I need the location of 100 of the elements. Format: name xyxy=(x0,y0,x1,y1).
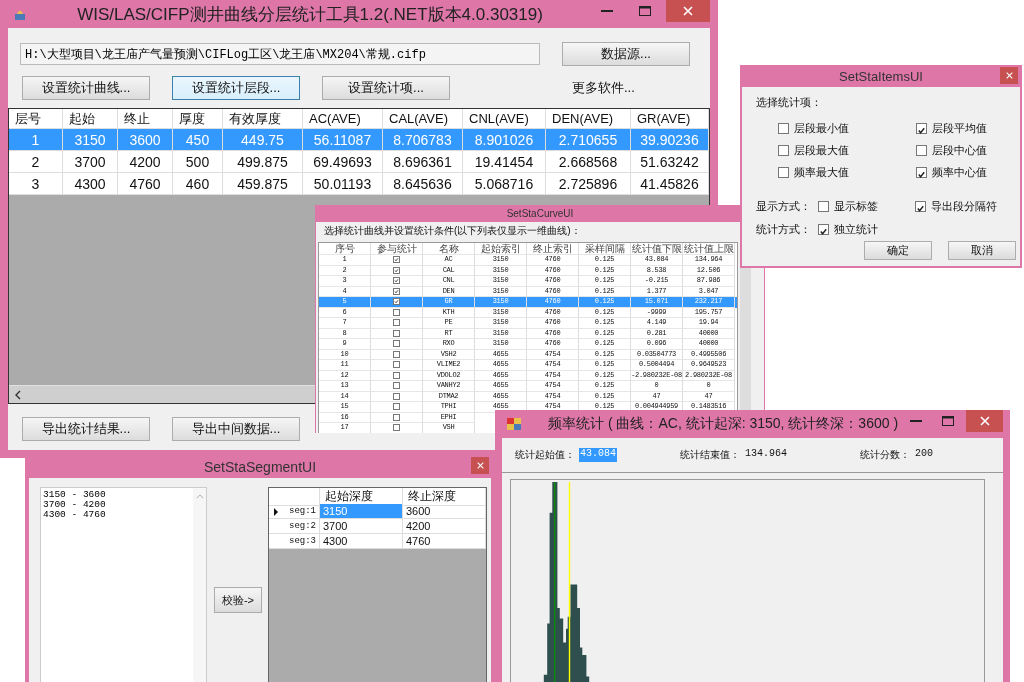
table-cell: 4200 xyxy=(118,151,173,172)
dialog-button[interactable]: 取消 xyxy=(948,241,1016,260)
checkbox-label[interactable]: 导出段分隔符 xyxy=(931,199,997,213)
checkbox[interactable] xyxy=(393,256,400,264)
column-header[interactable]: 统计值下限 xyxy=(631,243,683,255)
minimize-icon[interactable] xyxy=(910,420,923,422)
export-button[interactable]: 导出中间数据... xyxy=(172,417,300,441)
checkbox-label[interactable]: 层段平均值 xyxy=(932,121,987,135)
checkbox[interactable] xyxy=(393,350,400,358)
table-cell: 3150 xyxy=(63,129,118,150)
data-source-button[interactable]: 数据源... xyxy=(562,42,690,66)
checkbox[interactable] xyxy=(393,361,400,369)
close-button[interactable] xyxy=(666,0,710,22)
column-header[interactable]: AC(AVE) xyxy=(303,109,383,128)
table-cell: 69.49693 xyxy=(303,151,383,172)
checkbox-label[interactable]: 独立统计 xyxy=(834,222,878,236)
checkbox[interactable] xyxy=(916,166,927,178)
checkbox[interactable] xyxy=(393,329,400,337)
checkbox[interactable] xyxy=(915,200,926,212)
checkbox[interactable] xyxy=(393,266,400,274)
checkbox[interactable] xyxy=(393,340,400,348)
column-header[interactable]: 厚度 xyxy=(173,109,223,128)
close-icon[interactable] xyxy=(979,416,990,426)
verify-button[interactable]: 校验-> xyxy=(214,587,262,613)
checkbox[interactable] xyxy=(778,122,789,134)
checkbox-label[interactable]: 层段最小值 xyxy=(794,121,849,135)
checkbox[interactable] xyxy=(818,223,829,235)
dialog-button[interactable]: 确定 xyxy=(864,241,932,260)
checkbox[interactable] xyxy=(393,382,400,390)
grid-cell[interactable]: 4760 xyxy=(403,534,486,549)
value-text[interactable]: 134.964 xyxy=(744,448,788,462)
export-button[interactable]: 导出统计结果... xyxy=(22,417,150,441)
checkbox[interactable] xyxy=(393,277,400,285)
dialog-title: SetStaItemsUI xyxy=(839,68,923,84)
table-cell: 8.696361 xyxy=(383,151,463,172)
column-header[interactable]: 参与统计 xyxy=(371,243,423,255)
checkbox[interactable] xyxy=(393,403,400,411)
checkbox[interactable] xyxy=(818,200,829,212)
column-header[interactable]: DEN(AVE) xyxy=(546,109,631,128)
table-cell: 3700 xyxy=(63,151,118,172)
table-row[interactable]: 2 3700 4200 500 499.875 69.49693 8.696361 19.41454 2.668568 51.63242 xyxy=(9,151,709,173)
maximize-icon[interactable] xyxy=(942,416,955,426)
settings-button[interactable]: 设置统计曲线... xyxy=(22,76,150,100)
checkbox[interactable] xyxy=(916,144,927,156)
maximize-icon[interactable] xyxy=(639,6,651,16)
column-header[interactable]: 起始索引 xyxy=(475,243,527,255)
column-header[interactable]: CAL(AVE) xyxy=(383,109,463,128)
scroll-left-icon[interactable] xyxy=(14,389,22,400)
checkbox[interactable] xyxy=(393,392,400,400)
grid-cell[interactable]: 4300 xyxy=(320,534,403,549)
checkbox[interactable] xyxy=(393,298,400,306)
checkbox[interactable] xyxy=(778,166,789,178)
more-software-link[interactable]: 更多软件... xyxy=(572,79,635,97)
column-header[interactable]: CNL(AVE) xyxy=(463,109,546,128)
close-icon[interactable] xyxy=(683,6,693,16)
table-cell: 460 xyxy=(173,173,223,194)
path-field[interactable]: H:\大型项目\龙王庙产气量预测\CIFLog工区\龙王庙\MX204\常规.cifp xyxy=(20,43,540,65)
column-header[interactable]: 采样间隔 xyxy=(579,243,631,255)
close-icon[interactable] xyxy=(1005,72,1013,79)
checkbox[interactable] xyxy=(393,424,400,432)
table-cell: 39.90236 xyxy=(631,129,709,150)
close-button[interactable] xyxy=(966,410,1003,432)
close-button[interactable] xyxy=(471,457,489,474)
column-header[interactable]: 名称 xyxy=(423,243,475,255)
column-header[interactable]: GR(AVE) xyxy=(631,109,709,128)
table-cell: 8.645636 xyxy=(383,173,463,194)
settings-button[interactable]: 设置统计层段... xyxy=(172,76,300,100)
column-header[interactable]: 层号 xyxy=(9,109,63,128)
close-icon[interactable] xyxy=(476,462,484,469)
column-header[interactable]: 起始 xyxy=(63,109,118,128)
column-header[interactable]: 终止索引 xyxy=(527,243,579,255)
checkbox-label[interactable]: 层段中心值 xyxy=(932,143,987,157)
table-cell: 56.11087 xyxy=(303,129,383,150)
checkbox-label[interactable]: 显示标签 xyxy=(834,199,878,213)
checkbox-label[interactable]: 层段最大值 xyxy=(794,143,849,157)
settings-button[interactable]: 设置统计项... xyxy=(322,76,450,100)
checkbox[interactable] xyxy=(393,319,400,327)
checkbox[interactable] xyxy=(393,413,400,421)
close-button[interactable] xyxy=(1000,67,1018,84)
table-cell: 2 xyxy=(9,151,63,172)
app-icon xyxy=(506,416,522,432)
table-row[interactable]: 3 4300 4760 460 459.875 50.01193 8.645636 5.068716 2.725896 41.45826 xyxy=(9,173,709,195)
checkbox[interactable] xyxy=(778,144,789,156)
column-header[interactable]: 统计值上限 xyxy=(683,243,735,255)
row-header[interactable]: seg:3 xyxy=(269,534,320,549)
value-text[interactable]: 200 xyxy=(914,448,934,462)
table-cell: 1 xyxy=(9,129,63,150)
checkbox[interactable] xyxy=(393,371,400,379)
checkbox-label[interactable]: 频率中心值 xyxy=(932,165,987,179)
field-label: 统计方式： xyxy=(756,222,812,236)
checkbox[interactable] xyxy=(393,308,400,316)
checkbox-label[interactable]: 频率最大值 xyxy=(794,165,849,179)
field-label: 统计起始值： xyxy=(515,448,575,462)
column-header[interactable]: 有效厚度 xyxy=(223,109,303,128)
column-header[interactable]: 终止 xyxy=(118,109,173,128)
table-cell: 3 xyxy=(9,173,63,194)
column-header[interactable]: 序号 xyxy=(319,243,371,255)
checkbox[interactable] xyxy=(393,287,400,295)
checkbox[interactable] xyxy=(916,122,927,134)
dialog-title: SetStaCurveUI xyxy=(505,207,575,221)
